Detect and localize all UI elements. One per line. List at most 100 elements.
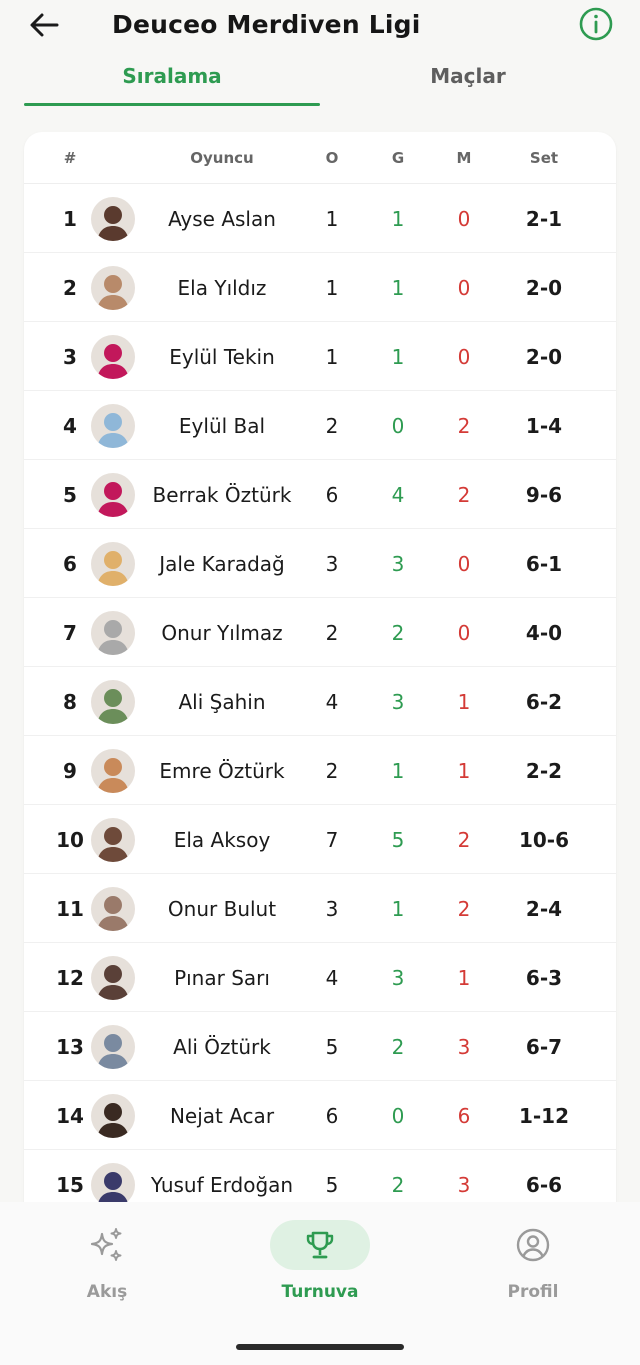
player-name: Ela Yıldız: [177, 275, 267, 300]
table-row[interactable]: 7 Onur Yılmaz 2 2 0 4-0: [24, 598, 616, 667]
screen: Deuceo Merdiven Ligi Sıralama Maçlar # O…: [0, 0, 640, 1365]
won-cell: 1: [391, 758, 405, 783]
set-cell: 6-1: [525, 551, 563, 576]
avatar-cell: [90, 1012, 136, 1081]
played-cell: 2: [325, 413, 339, 438]
avatar: [91, 265, 135, 310]
header-played: O: [325, 149, 339, 167]
player-name: Eylül Tekin: [169, 344, 275, 369]
won-cell: 1: [391, 275, 405, 300]
lost-cell: 2: [457, 413, 471, 438]
avatar: [91, 1024, 135, 1069]
table-body: 1 Ayse Aslan 1 1 0 2-1 2 Ela Yıldız 1 1 0 2-0 3 Eylül…: [24, 184, 616, 1219]
table-row[interactable]: 1 Ayse Aslan 1 1 0 2-1: [24, 184, 616, 253]
rank-cell: 14: [56, 1103, 84, 1128]
player-avatar-icon: [91, 886, 135, 931]
standings-table: # Oyuncu O G M Set 1 Ayse Aslan 1 1 0 2-1 2 Ela…: [24, 132, 616, 1222]
table-row[interactable]: 10 Ela Aksoy 7 5 2 10-6: [24, 805, 616, 874]
player-avatar-icon: [91, 748, 135, 793]
table-row[interactable]: 14 Nejat Acar 6 0 6 1-12: [24, 1081, 616, 1150]
avatar-cell: [90, 391, 136, 460]
played-cell: 7: [325, 827, 339, 852]
table-row[interactable]: 11 Onur Bulut 3 1 2 2-4: [24, 874, 616, 943]
avatar: [91, 610, 135, 655]
table-row[interactable]: 12 Pınar Sarı 4 3 1 6-3: [24, 943, 616, 1012]
nav-profile[interactable]: Profil: [463, 1220, 603, 1320]
played-cell: 6: [325, 482, 339, 507]
played-cell: 4: [325, 965, 339, 990]
table-row[interactable]: 8 Ali Şahin 4 3 1 6-2: [24, 667, 616, 736]
rank-cell: 8: [63, 689, 77, 714]
home-indicator: [236, 1344, 404, 1350]
header-lost: M: [456, 149, 472, 167]
player-name: Ali Öztürk: [173, 1034, 271, 1059]
nav-tournament[interactable]: Turnuva: [250, 1220, 390, 1320]
set-cell: 2-4: [525, 896, 563, 921]
tab-matches[interactable]: Maçlar: [320, 64, 616, 88]
table-row[interactable]: 2 Ela Yıldız 1 1 0 2-0: [24, 253, 616, 322]
player-avatar-icon: [91, 817, 135, 862]
set-cell: 6-7: [525, 1034, 563, 1059]
header-rank: #: [63, 149, 77, 167]
avatar: [91, 541, 135, 586]
set-cell: 9-6: [525, 482, 563, 507]
set-cell: 2-2: [525, 758, 563, 783]
avatar-cell: [90, 253, 136, 322]
nav-profile-label: Profil: [507, 1282, 559, 1302]
rank-cell: 3: [63, 344, 77, 369]
set-cell: 1-12: [518, 1103, 570, 1128]
player-avatar-icon: [91, 1093, 135, 1138]
player-name: Jale Karadağ: [159, 551, 285, 576]
active-tab-indicator: [24, 103, 320, 106]
avatar-cell: [90, 184, 136, 253]
table-row[interactable]: 4 Eylül Bal 2 0 2 1-4: [24, 391, 616, 460]
played-cell: 1: [325, 344, 339, 369]
player-name: Onur Yılmaz: [161, 620, 283, 645]
lost-cell: 0: [457, 275, 471, 300]
set-cell: 4-0: [525, 620, 563, 645]
nav-feed-label: Akış: [86, 1282, 128, 1302]
lost-cell: 0: [457, 620, 471, 645]
table-header: # Oyuncu O G M Set: [24, 132, 616, 184]
nav-profile-icon-wrap: [483, 1220, 583, 1270]
nav-feed[interactable]: Akış: [37, 1220, 177, 1320]
table-row[interactable]: 5 Berrak Öztürk 6 4 2 9-6: [24, 460, 616, 529]
avatar: [91, 196, 135, 241]
nav-tournament-label: Turnuva: [281, 1282, 359, 1302]
set-cell: 2-1: [525, 206, 563, 231]
won-cell: 2: [391, 620, 405, 645]
arrow-left-icon: [30, 13, 59, 37]
avatar: [91, 817, 135, 862]
rank-cell: 7: [63, 620, 77, 645]
player-avatar-icon: [91, 265, 135, 310]
header-player: Oyuncu: [190, 149, 254, 167]
won-cell: 0: [391, 1103, 405, 1128]
avatar-cell: [90, 805, 136, 874]
player-name: Ela Aksoy: [173, 827, 271, 852]
rank-cell: 6: [63, 551, 77, 576]
tab-standings[interactable]: Sıralama: [24, 64, 320, 88]
player-name: Ayse Aslan: [168, 206, 276, 231]
played-cell: 5: [325, 1034, 339, 1059]
table-row[interactable]: 3 Eylül Tekin 1 1 0 2-0: [24, 322, 616, 391]
set-cell: 1-4: [525, 413, 563, 438]
avatar: [91, 886, 135, 931]
played-cell: 1: [325, 206, 339, 231]
player-avatar-icon: [91, 1024, 135, 1069]
played-cell: 1: [325, 275, 339, 300]
table-row[interactable]: 6 Jale Karadağ 3 3 0 6-1: [24, 529, 616, 598]
won-cell: 1: [391, 344, 405, 369]
avatar-cell: [90, 667, 136, 736]
player-avatar-icon: [91, 196, 135, 241]
rank-cell: 4: [63, 413, 77, 438]
back-button[interactable]: [24, 8, 64, 42]
player-name: Eylül Bal: [178, 413, 266, 438]
played-cell: 2: [325, 758, 339, 783]
avatar: [91, 334, 135, 379]
info-button[interactable]: [578, 6, 614, 42]
played-cell: 4: [325, 689, 339, 714]
table-row[interactable]: 9 Emre Öztürk 2 1 1 2-2: [24, 736, 616, 805]
sparkles-icon: [90, 1228, 122, 1261]
table-row[interactable]: 13 Ali Öztürk 5 2 3 6-7: [24, 1012, 616, 1081]
played-cell: 2: [325, 620, 339, 645]
